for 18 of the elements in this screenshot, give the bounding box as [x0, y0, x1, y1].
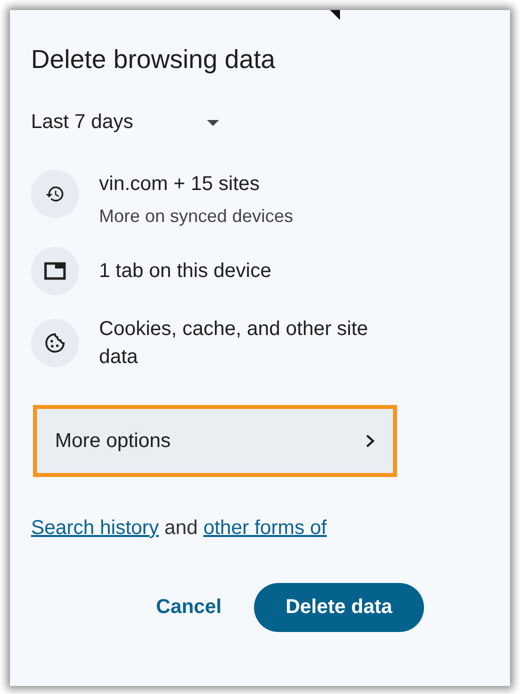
notice-link[interactable]: other forms of	[203, 517, 327, 539]
delete-data-button[interactable]: Delete data	[254, 583, 424, 632]
dropdown-caret-icon[interactable]	[207, 120, 219, 126]
notice-link[interactable]: Search history	[31, 517, 159, 539]
cancel-button[interactable]: Cancel	[156, 586, 222, 629]
cookie-icon	[44, 332, 66, 354]
tab-icon	[44, 262, 66, 280]
more-options-button[interactable]: More options	[33, 405, 397, 477]
item-label: 1 tab on this device	[99, 259, 272, 284]
corner-mark	[330, 10, 340, 20]
time-range-dropdown[interactable]: Last 7 days	[31, 111, 207, 134]
dialog-title: Delete browsing data	[31, 44, 276, 75]
history-icon	[45, 184, 65, 204]
item-label: vin.com + 15 sites	[99, 172, 261, 197]
notice-text: Search history and other forms of	[31, 516, 328, 541]
chevron-right-icon	[365, 434, 375, 448]
item-label: Cookies, cache, and other site data	[99, 317, 370, 370]
item-detail: More on synced devices	[99, 206, 294, 227]
